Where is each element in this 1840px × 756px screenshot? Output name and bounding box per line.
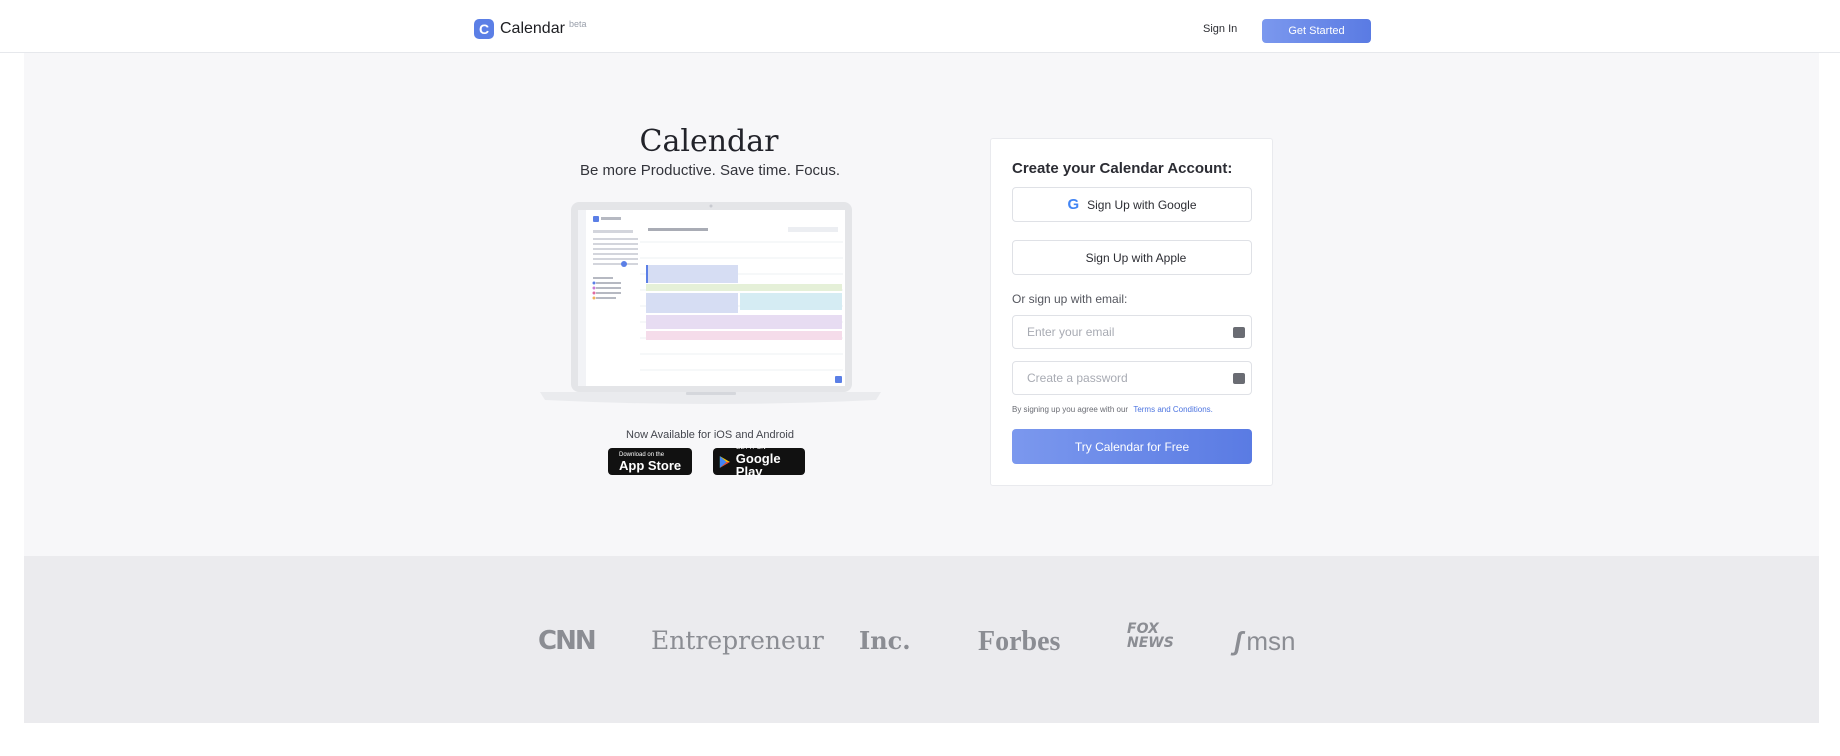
availability-text: Now Available for iOS and Android xyxy=(626,429,794,441)
msn-butterfly-icon: ʃ xyxy=(1234,626,1243,656)
fox-news-line-2: NEWS xyxy=(1127,635,1174,651)
try-calendar-button[interactable]: Try Calendar for Free xyxy=(1012,429,1252,464)
google-play-icon xyxy=(719,455,730,468)
logo-text: Calendar xyxy=(500,20,565,37)
fox-news-logo: FOX NEWS xyxy=(1127,622,1174,650)
cnn-logo: CNN xyxy=(538,626,597,656)
inc-logo: Inc. xyxy=(859,626,911,655)
msn-logo: ʃ msn xyxy=(1234,626,1295,657)
app-store-badge[interactable]: Download on the App Store xyxy=(608,448,692,475)
fox-news-line-1: FOX xyxy=(1127,621,1159,637)
logo[interactable]: C Calendar beta xyxy=(474,19,586,39)
beta-badge: beta xyxy=(568,19,587,29)
entrepreneur-logo: Entrepreneur xyxy=(651,626,824,655)
get-started-button[interactable]: Get Started xyxy=(1262,19,1371,43)
signup-card: Create your Calendar Account: G Sign Up … xyxy=(990,138,1273,486)
email-signup-label: Or sign up with email: xyxy=(1012,292,1128,306)
password-manager-icon[interactable] xyxy=(1233,327,1245,338)
top-navigation-bar: C Calendar beta Sign In Get Started xyxy=(0,0,1840,53)
press-logos-bar: CNN Entrepreneur Inc. Forbes FOX NEWS ʃm… xyxy=(24,556,1819,723)
email-field-wrapper xyxy=(1012,315,1252,349)
password-field-wrapper xyxy=(1012,361,1252,395)
apple-button-label: Sign Up with Apple xyxy=(1085,250,1187,265)
signup-title: Create your Calendar Account: xyxy=(1012,160,1233,177)
terms-prefix: By signing up you agree with our xyxy=(1012,405,1129,414)
hero-subtitle: Be more Productive. Save time. Focus. xyxy=(579,162,841,179)
password-manager-icon[interactable] xyxy=(1233,373,1245,384)
google-button-label: Sign Up with Google xyxy=(1087,197,1197,212)
calendar-logo-icon: C xyxy=(474,19,494,39)
terms-link[interactable]: Terms and Conditions. xyxy=(1133,405,1213,414)
google-play-badge[interactable]: GET IT ON Google Play xyxy=(713,445,805,479)
password-input[interactable] xyxy=(1027,371,1217,385)
google-play-big-text: Google Play xyxy=(735,451,781,479)
hero-section xyxy=(24,53,1819,556)
msn-text: msn xyxy=(1246,626,1296,656)
sign-up-google-button[interactable]: G Sign Up with Google xyxy=(1012,187,1252,222)
laptop-preview-image xyxy=(540,202,881,404)
terms-notice: By signing up you agree with our Terms a… xyxy=(1012,405,1213,414)
email-input[interactable] xyxy=(1027,325,1217,339)
sign-in-link[interactable]: Sign In xyxy=(1203,23,1237,35)
hero-title: Calendar xyxy=(639,124,779,159)
google-icon: G xyxy=(1067,196,1080,213)
app-store-big-text: App Store xyxy=(619,457,682,473)
sign-up-apple-button[interactable]: Sign Up with Apple xyxy=(1012,240,1252,275)
forbes-logo: Forbes xyxy=(978,626,1061,657)
